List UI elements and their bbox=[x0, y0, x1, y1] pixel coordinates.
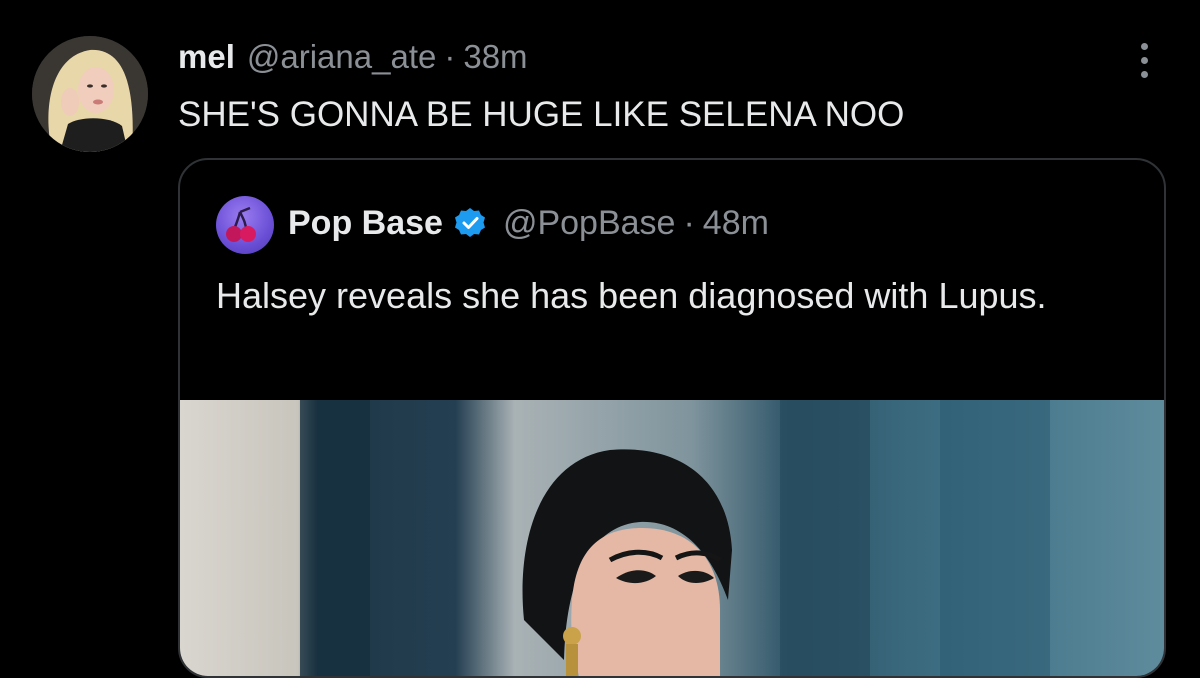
verified-badge-icon bbox=[453, 206, 487, 240]
user-handle[interactable]: @ariana_ate bbox=[247, 34, 436, 80]
more-dot bbox=[1140, 42, 1148, 50]
more-dot bbox=[1140, 56, 1148, 64]
separator-dot: · bbox=[444, 38, 456, 75]
quoted-timestamp[interactable]: 48m bbox=[703, 204, 769, 243]
quoted-user-handle[interactable]: @PopBase bbox=[503, 204, 676, 243]
quoted-tweet-card[interactable]: Pop Base @PopBase · 48m Halsey reveals s… bbox=[178, 158, 1166, 678]
quoted-tweet-text: Halsey reveals she has been diagnosed wi… bbox=[216, 275, 1047, 316]
tweet-header: mel @ariana_ate · 38m bbox=[178, 34, 528, 80]
tweet[interactable]: mel @ariana_ate · 38m SHE'S GONNA BE HUG… bbox=[0, 0, 1200, 678]
quoted-display-name[interactable]: Pop Base bbox=[288, 204, 443, 243]
tweet-text: SHE'S GONNA BE HUGE LIKE SELENA NOO bbox=[178, 95, 905, 134]
cherry-logo-icon[interactable] bbox=[216, 196, 274, 254]
display-name[interactable]: mel bbox=[178, 34, 235, 80]
timestamp[interactable]: 38m bbox=[463, 34, 527, 80]
separator-dot: · bbox=[683, 203, 695, 242]
more-dot bbox=[1140, 70, 1148, 78]
user-avatar[interactable] bbox=[32, 36, 148, 152]
quoted-tweet-header: Pop Base @PopBase · 48m bbox=[288, 200, 769, 246]
quoted-photo[interactable] bbox=[180, 400, 1164, 676]
more-options-icon[interactable] bbox=[1126, 38, 1162, 82]
